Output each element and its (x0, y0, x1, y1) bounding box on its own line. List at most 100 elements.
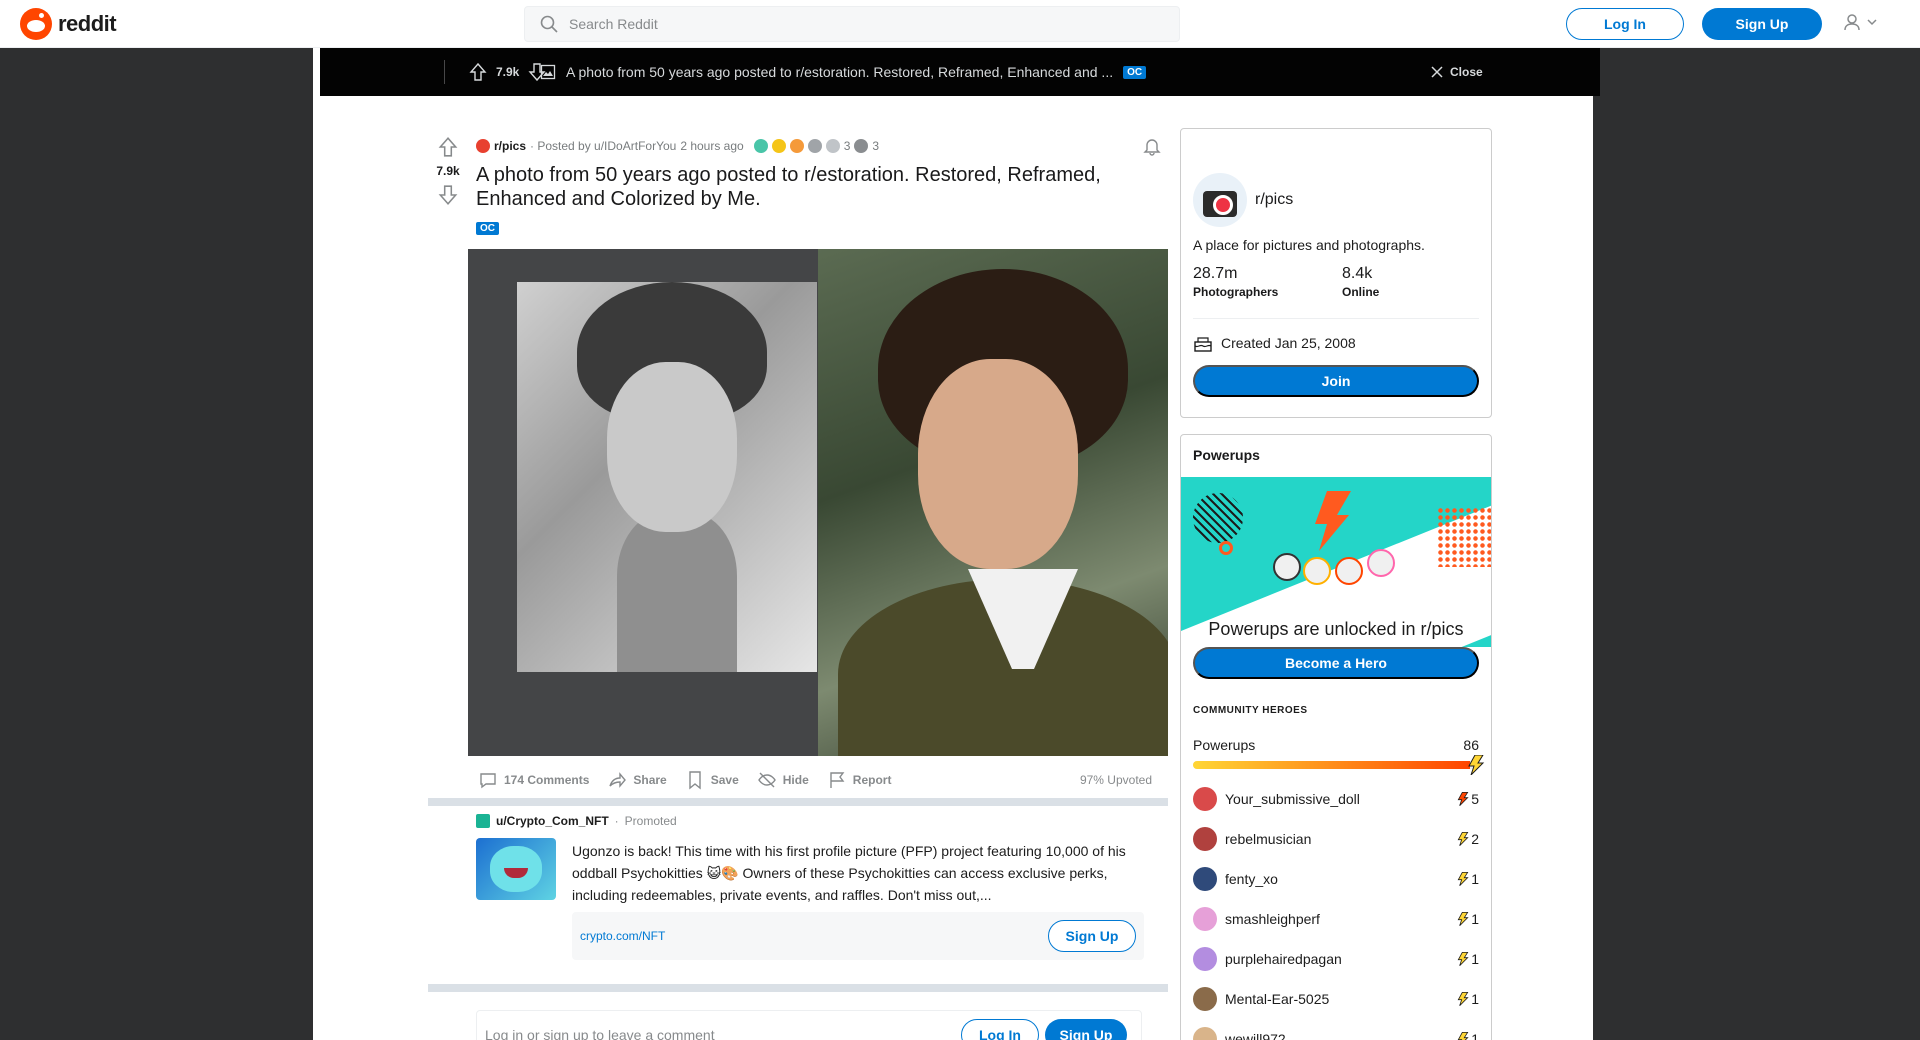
become-hero-button[interactable]: Become a Hero (1193, 647, 1479, 679)
bookmark-icon (689, 771, 701, 790)
upvote-icon[interactable] (468, 62, 488, 82)
post-topbar: 7.9k A photo from 50 years ago posted to… (320, 48, 1600, 96)
hero-powerup-count: 1 (1457, 871, 1479, 887)
bell-icon (1143, 139, 1161, 156)
close-icon (1431, 66, 1443, 78)
save-button[interactable]: Save (685, 770, 739, 790)
comment-signup-button[interactable]: Sign Up (1045, 1019, 1127, 1040)
snoo-heroes-illustration (1273, 535, 1403, 591)
reddit-logo[interactable]: reddit (20, 8, 117, 40)
powerups-row: Powerups 86 (1193, 737, 1479, 753)
created-text: Created Jan 25, 2008 (1221, 335, 1356, 351)
upvote-icon[interactable] (437, 136, 459, 158)
upvote-ratio: 97% Upvoted (1079, 773, 1152, 787)
lightning-icon (1457, 872, 1469, 886)
comments-label: 174 Comments (504, 773, 590, 787)
hero-item[interactable]: rebelmusician 2 (1193, 819, 1479, 859)
promoted-body[interactable]: Ugonzo is back! This time with his first… (572, 840, 1146, 906)
community-icon[interactable] (1193, 173, 1247, 227)
promoted-tag: Promoted (624, 814, 677, 828)
subreddit-icon (476, 139, 490, 153)
hide-icon (757, 772, 776, 788)
search-bar[interactable] (524, 6, 1180, 42)
hero-avatar (1193, 907, 1217, 931)
heroes-list: Your_submissive_doll 5 rebelmusician 2 fenty… (1193, 779, 1479, 1040)
lightning-icon (1457, 832, 1469, 846)
close-button[interactable]: Close (1430, 48, 1483, 96)
posted-by[interactable]: · Posted by u/IDoArtForYou (530, 139, 676, 153)
online-stat: 8.4k Online (1342, 265, 1379, 299)
search-input[interactable] (569, 16, 1149, 32)
downvote-icon[interactable] (437, 184, 459, 206)
promo-divider (428, 984, 1168, 992)
comments-button[interactable]: 174 Comments (478, 770, 589, 790)
promoted-thumbnail[interactable] (476, 838, 556, 900)
lightning-icon (1457, 1032, 1469, 1040)
share-label: Share (633, 773, 667, 787)
advertiser-name[interactable]: u/Crypto_Com_NFT (496, 814, 609, 828)
lightning-icon (1457, 952, 1469, 966)
join-button[interactable]: Join (1193, 365, 1479, 397)
comment-icon (480, 773, 496, 789)
member-label: Photographers (1193, 285, 1279, 299)
award-icon (753, 139, 768, 153)
hero-item[interactable]: fenty_xo 1 (1193, 859, 1479, 899)
hero-powerup-count: 1 (1457, 991, 1479, 1007)
community-name[interactable]: r/pics (1255, 191, 1293, 209)
hero-item[interactable]: wewill972 1 (1193, 1019, 1479, 1040)
reddit-logo-icon (20, 8, 52, 40)
hide-button[interactable]: Hide (757, 770, 809, 790)
post-image[interactable] (468, 249, 1168, 756)
hero-item[interactable]: smashleighperf 1 (1193, 899, 1479, 939)
oc-flair: OC (1123, 65, 1147, 79)
hero-name: fenty_xo (1225, 871, 1278, 887)
chevron-down-icon (1867, 19, 1877, 26)
community-card: r/pics A place for pictures and photogra… (1180, 128, 1492, 418)
post-divider (428, 798, 1168, 806)
user-icon (1844, 14, 1860, 31)
promoted-cta[interactable]: crypto.com/NFT Sign Up (572, 912, 1144, 960)
hero-item[interactable]: Mental-Ear-5025 1 (1193, 979, 1479, 1019)
share-button[interactable]: Share (607, 770, 667, 790)
topbar-score: 7.9k (496, 65, 520, 79)
hero-item[interactable]: Your_submissive_doll 5 (1193, 779, 1479, 819)
comment-placeholder: Log in or sign up to leave a comment (485, 1027, 715, 1040)
powerups-unlocked-text: Powerups are unlocked in r/pics (1208, 619, 1464, 639)
header-signup-button[interactable]: Sign Up (1702, 8, 1822, 40)
post-flair[interactable]: OC (476, 222, 499, 235)
comment-login-button[interactable]: Log In (961, 1019, 1039, 1040)
award-icon (825, 139, 840, 153)
topbar-divider (444, 60, 445, 84)
promoted-link[interactable]: crypto.com/NFT (580, 929, 665, 943)
powerups-count: 86 (1463, 737, 1479, 753)
report-button[interactable]: Report (827, 770, 891, 790)
top-header: reddit Log In Sign Up (0, 0, 1920, 48)
advertiser-icon (476, 814, 490, 828)
save-label: Save (710, 773, 739, 787)
hero-powerup-count: 2 (1457, 831, 1479, 847)
hero-name: rebelmusician (1225, 831, 1312, 847)
notification-bell[interactable] (1142, 136, 1162, 161)
award-icon (854, 139, 869, 153)
header-login-button[interactable]: Log In (1566, 8, 1684, 40)
post-meta: r/pics · Posted by u/IDoArtForYou 2 hour… (476, 136, 879, 156)
promoted-meta: u/Crypto_Com_NFT · Promoted (476, 814, 677, 828)
hero-avatar (1193, 867, 1217, 891)
old-photo (517, 282, 817, 672)
search-icon (540, 15, 558, 33)
powerups-title: Powerups (1193, 447, 1260, 463)
created-date: Created Jan 25, 2008 (1193, 333, 1356, 353)
award-count: 3 (872, 139, 880, 153)
user-menu[interactable] (1842, 12, 1878, 32)
community-divider (1193, 318, 1479, 319)
hero-avatar (1193, 827, 1217, 851)
topbar-vote: 7.9k (468, 48, 547, 96)
member-stat: 28.7m Photographers (1193, 265, 1278, 299)
logo-text: reddit (58, 11, 117, 36)
promoted-signup-button[interactable]: Sign Up (1048, 920, 1136, 952)
topbar-title: A photo from 50 years ago posted to r/es… (540, 48, 1147, 96)
subreddit-link[interactable]: r/pics (494, 139, 526, 153)
post-title: A photo from 50 years ago posted to r/es… (476, 164, 1101, 210)
hero-item[interactable]: purplehairedpagan 1 (1193, 939, 1479, 979)
share-icon (609, 772, 627, 788)
